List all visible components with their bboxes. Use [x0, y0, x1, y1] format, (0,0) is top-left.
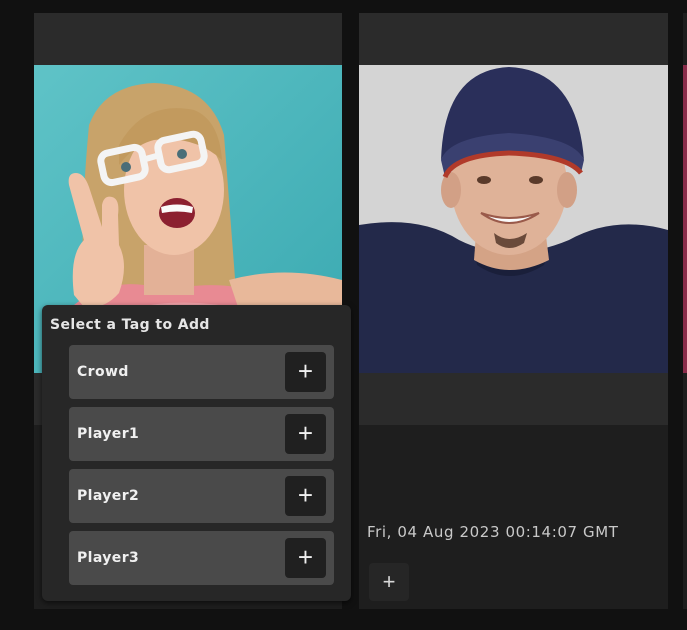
man-beanie-photo[interactable]: [359, 65, 668, 373]
popover-title: Select a Tag to Add: [50, 317, 210, 333]
add-player2-button[interactable]: +: [285, 476, 326, 516]
plus-icon: +: [297, 356, 314, 386]
timestamp-text: Fri, 04 Aug 2023 00:14:07 GMT: [367, 523, 619, 541]
tag-row-player3[interactable]: Player3 +: [69, 531, 334, 585]
plus-icon: +: [382, 569, 396, 594]
card-header: [359, 13, 668, 65]
tag-row-player1[interactable]: Player1 +: [69, 407, 334, 461]
add-player1-button[interactable]: +: [285, 414, 326, 454]
tag-row-player2[interactable]: Player2 +: [69, 469, 334, 523]
add-player3-button[interactable]: +: [285, 538, 326, 578]
tag-select-popover: Select a Tag to Add Crowd + Player1 + Pl…: [42, 305, 351, 601]
tag-label: Player2: [77, 488, 140, 504]
add-crowd-button[interactable]: +: [285, 352, 326, 392]
plus-icon: +: [297, 418, 314, 448]
plus-icon: +: [297, 542, 314, 572]
photo-edge: [683, 65, 687, 373]
tag-row-crowd[interactable]: Crowd +: [69, 345, 334, 399]
plus-icon: +: [297, 480, 314, 510]
card-header: [34, 13, 342, 65]
tag-label: Player1: [77, 426, 140, 442]
add-tag-button[interactable]: +: [369, 563, 409, 601]
tag-label: Player3: [77, 550, 140, 566]
tag-label: Crowd: [77, 364, 129, 380]
media-card-3[interactable]: [683, 13, 687, 609]
media-card-2[interactable]: Fri, 04 Aug 2023 00:14:07 GMT +: [359, 13, 668, 609]
card-caption-bar: [359, 373, 668, 425]
